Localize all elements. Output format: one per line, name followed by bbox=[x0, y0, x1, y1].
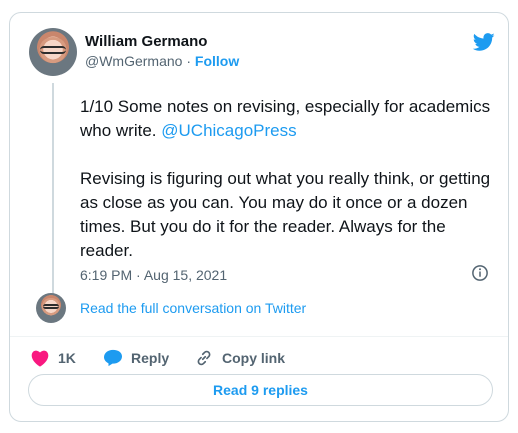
author-handle-row: @WmGermano · Follow bbox=[85, 53, 239, 69]
author-handle[interactable]: @WmGermano bbox=[85, 53, 182, 69]
reply-button[interactable]: Reply bbox=[103, 347, 169, 369]
copy-link-label: Copy link bbox=[222, 350, 286, 366]
tweet-time[interactable]: 6:19 PM bbox=[80, 267, 132, 283]
actions-divider bbox=[10, 336, 508, 337]
mention-link[interactable]: @UChicagoPress bbox=[161, 121, 296, 140]
copy-link-button[interactable]: Copy link bbox=[194, 347, 285, 369]
tweet-text: 1/10 Some notes on revising, especially … bbox=[80, 95, 500, 287]
read-replies-button[interactable]: Read 9 replies bbox=[28, 374, 493, 406]
reply-label: Reply bbox=[131, 350, 170, 366]
tweet-paragraph-2: Revising is figuring out what you really… bbox=[80, 169, 491, 260]
conversation-avatar[interactable] bbox=[36, 293, 66, 323]
author-name[interactable]: William Germano bbox=[85, 33, 207, 50]
reply-bubble-icon bbox=[104, 349, 122, 367]
tweet-card: William Germano @WmGermano · Follow 1/10… bbox=[9, 12, 509, 422]
tweet-paragraph-1: 1/10 Some notes on revising, especially … bbox=[80, 95, 500, 143]
author-avatar[interactable] bbox=[29, 28, 77, 76]
like-button[interactable]: 1K bbox=[30, 347, 76, 369]
link-icon bbox=[197, 350, 211, 366]
twitter-bird-icon[interactable] bbox=[472, 31, 496, 53]
info-icon[interactable] bbox=[471, 264, 489, 282]
read-conversation-link[interactable]: Read the full conversation on Twitter bbox=[80, 300, 306, 316]
like-count: 1K bbox=[58, 350, 76, 366]
handle-separator: · bbox=[186, 53, 192, 69]
thread-line bbox=[52, 83, 54, 298]
tweet-timestamp[interactable]: 6:19 PM · Aug 15, 2021 bbox=[80, 267, 227, 283]
heart-icon bbox=[31, 350, 49, 367]
follow-link[interactable]: Follow bbox=[195, 53, 239, 69]
date-separator: · bbox=[136, 267, 141, 283]
tweet-date[interactable]: Aug 15, 2021 bbox=[144, 267, 227, 283]
